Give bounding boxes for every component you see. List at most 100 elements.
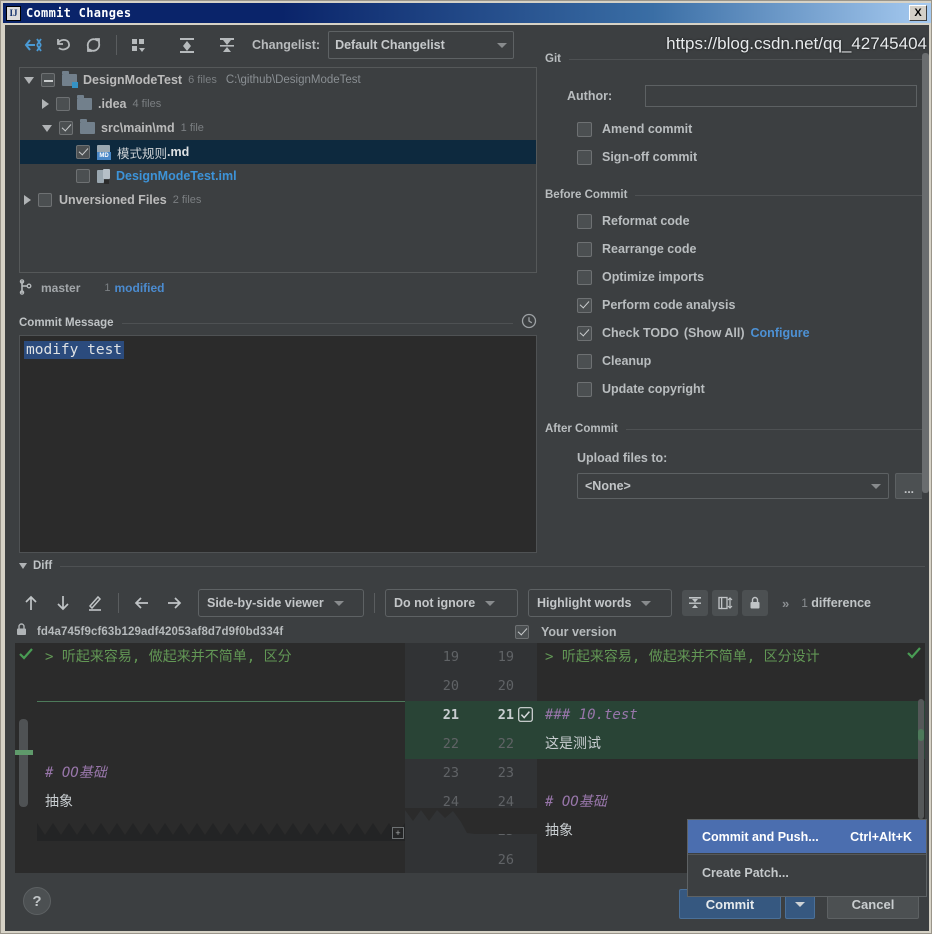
reformat-code-checkbox[interactable] — [577, 213, 592, 229]
modified-label[interactable]: modified — [114, 281, 164, 295]
signoff-commit-checkbox[interactable] — [577, 149, 592, 165]
signoff-commit-label: Sign-off commit — [602, 150, 698, 164]
rearrange-code-checkbox[interactable] — [577, 241, 592, 257]
optimize-imports-row[interactable]: Optimize imports — [577, 263, 929, 291]
changelist-dropdown[interactable]: Default Changelist — [328, 31, 515, 59]
chevron-down-icon[interactable] — [42, 124, 52, 132]
clock-history-icon[interactable] — [521, 313, 537, 334]
diff-section-title: Diff — [33, 560, 53, 572]
chevron-right-icon[interactable] — [42, 99, 49, 109]
previous-difference-icon[interactable] — [15, 589, 47, 617]
amend-commit-row[interactable]: Amend commit — [577, 115, 929, 143]
update-copyright-row[interactable]: Update copyright — [577, 375, 929, 403]
expand-toolbar-icon[interactable]: » — [782, 596, 789, 611]
check-todo-row[interactable]: Check TODO (Show All) Configure — [577, 319, 929, 347]
amend-commit-checkbox[interactable] — [577, 121, 592, 137]
cleanup-checkbox[interactable] — [577, 353, 592, 369]
synchronize-scrolling-icon[interactable] — [712, 590, 738, 616]
chevron-right-icon[interactable] — [24, 195, 31, 205]
toolbar-separator — [374, 593, 375, 613]
apply-right-icon[interactable] — [158, 589, 190, 617]
collapse-all-icon[interactable] — [212, 31, 242, 59]
update-copyright-checkbox[interactable] — [577, 381, 592, 397]
menu-item-create-patch[interactable]: Create Patch... — [688, 856, 926, 889]
help-button[interactable]: ? — [23, 887, 51, 915]
apply-left-icon[interactable] — [126, 589, 158, 617]
edit-source-icon[interactable] — [79, 589, 111, 617]
diff-left-line: 抽象 — [45, 794, 73, 810]
section-divider — [121, 322, 513, 324]
diff-left-line — [37, 730, 405, 759]
diff-section-header[interactable]: Diff — [19, 557, 925, 575]
author-field[interactable] — [645, 85, 917, 107]
refresh-icon[interactable] — [79, 31, 109, 59]
diff-right-line: # OO基础 — [545, 794, 607, 810]
configure-link[interactable]: Configure — [751, 326, 810, 340]
options-scrollbar[interactable] — [922, 53, 929, 501]
optimize-imports-checkbox[interactable] — [577, 269, 592, 285]
rearrange-code-row[interactable]: Rearrange code — [577, 235, 929, 263]
expand-collapsed-fragment-icon[interactable]: + — [392, 827, 404, 839]
folder-icon — [62, 71, 78, 88]
expand-all-icon[interactable] — [172, 31, 202, 59]
tree-checkbox-checked[interactable] — [59, 121, 73, 135]
collapse-to-selection-icon[interactable] — [19, 31, 49, 59]
commit-message-input[interactable]: modify test — [19, 335, 537, 553]
tree-path: C:\github\DesignModeTest — [225, 74, 361, 86]
diff-left-pane[interactable]: > 听起来容易, 做起来并不简单, 区分 # OO基础 抽象 + — [37, 643, 405, 895]
accept-change-icon[interactable] — [18, 646, 34, 667]
rollback-icon[interactable] — [49, 31, 79, 59]
commit-context-menu[interactable]: Commit and Push... Ctrl+Alt+K Create Pat… — [687, 819, 927, 897]
tree-row-unversioned[interactable]: Unversioned Files 2 files — [20, 188, 536, 212]
tree-checkbox[interactable] — [56, 97, 70, 111]
ignore-mode-dropdown[interactable]: Do not ignore — [385, 589, 518, 617]
tree-checkbox-partial[interactable] — [41, 73, 55, 87]
reformat-code-row[interactable]: Reformat code — [577, 207, 929, 235]
line-number: 23 — [442, 765, 459, 781]
close-icon[interactable]: X — [909, 5, 927, 21]
diff-left-gutter[interactable] — [15, 643, 37, 895]
tree-row-src-main-md[interactable]: src\main\md 1 file — [20, 116, 536, 140]
next-difference-icon[interactable] — [47, 589, 79, 617]
tree-checkbox-checked[interactable] — [76, 145, 90, 159]
rearrange-code-label: Rearrange code — [602, 242, 697, 256]
changelist-label: Changelist: — [252, 38, 321, 52]
scrollbar-thumb[interactable] — [922, 53, 929, 493]
perform-code-analysis-row[interactable]: Perform code analysis — [577, 291, 929, 319]
tree-checkbox[interactable] — [38, 193, 52, 207]
chevron-down-icon[interactable] — [19, 563, 27, 569]
diff-right-line: ### 10.test — [545, 707, 638, 723]
commit-message-title: Commit Message — [19, 317, 114, 329]
line-number: 21 — [497, 707, 514, 723]
diff-left-line: > 听起来容易, 做起来并不简单, 区分 — [45, 649, 292, 665]
tree-label-ext: .md — [167, 145, 190, 159]
upload-target-dropdown[interactable]: <None> — [577, 473, 889, 499]
signoff-commit-row[interactable]: Sign-off commit — [577, 143, 929, 171]
your-version-checkbox[interactable] — [515, 625, 529, 639]
tree-row-iml-file[interactable]: DesignModeTest.iml — [20, 164, 536, 188]
cleanup-row[interactable]: Cleanup — [577, 347, 929, 375]
diff-left-scrollbar-thumb[interactable] — [19, 719, 28, 807]
tree-row-md-file[interactable]: MD 模式规则 .md — [20, 140, 536, 164]
chevron-down-icon[interactable] — [24, 76, 34, 84]
read-only-lock-icon[interactable] — [742, 590, 768, 616]
branch-status-bar: master 1 modified — [19, 277, 164, 299]
author-row: Author: — [567, 85, 929, 107]
browse-button[interactable]: ... — [895, 473, 923, 499]
collapse-unchanged-icon[interactable] — [682, 590, 708, 616]
tree-checkbox[interactable] — [76, 169, 90, 183]
scrollbar-thumb[interactable] — [918, 699, 924, 819]
group-by-icon[interactable] — [124, 31, 154, 59]
tree-row-idea[interactable]: .idea 4 files — [20, 92, 536, 116]
folder-icon — [77, 95, 92, 110]
menu-item-commit-and-push[interactable]: Commit and Push... Ctrl+Alt+K — [688, 820, 926, 853]
base-revision-hash: fd4a745f9cf63b129adf42053af8d7d9f0bd334f — [37, 626, 284, 638]
check-todo-checkbox[interactable] — [577, 325, 592, 341]
menu-item-label: Commit and Push... — [702, 829, 819, 844]
highlight-mode-dropdown[interactable]: Highlight words — [528, 589, 672, 617]
tree-row-designmodetest[interactable]: DesignModeTest 6 files C:\github\DesignM… — [20, 68, 536, 92]
changed-files-tree[interactable]: DesignModeTest 6 files C:\github\DesignM… — [19, 67, 537, 273]
perform-code-analysis-checkbox[interactable] — [577, 297, 592, 313]
viewer-mode-dropdown[interactable]: Side-by-side viewer — [198, 589, 364, 617]
accept-change-checkbox-icon[interactable] — [518, 707, 533, 727]
